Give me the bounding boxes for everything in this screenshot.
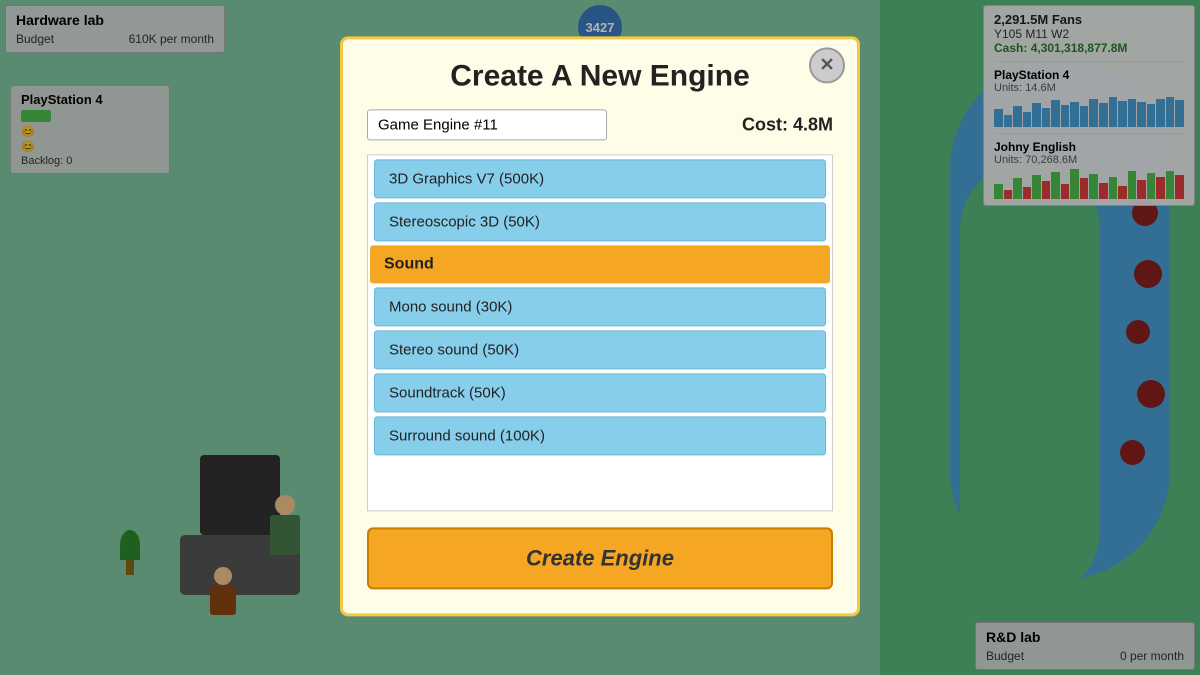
engine-name-input[interactable] bbox=[367, 109, 607, 140]
feature-category[interactable]: Sound bbox=[370, 245, 830, 283]
feature-item[interactable]: Surround sound (100K) bbox=[374, 416, 826, 455]
modal-header: Create A New Engine ✕ bbox=[367, 59, 833, 93]
create-engine-button[interactable]: Create Engine bbox=[367, 527, 833, 589]
feature-item[interactable]: Mono sound (30K) bbox=[374, 287, 826, 326]
feature-item[interactable]: Soundtrack (50K) bbox=[374, 373, 826, 412]
modal-title: Create A New Engine bbox=[367, 59, 833, 93]
feature-scroll-area[interactable]: 3D Graphics V7 (500K) Stereoscopic 3D (50… bbox=[368, 155, 832, 475]
engine-name-row: Cost: 4.8M bbox=[367, 109, 833, 140]
feature-item[interactable]: Stereoscopic 3D (50K) bbox=[374, 202, 826, 241]
feature-list-container: 3D Graphics V7 (500K) Stereoscopic 3D (50… bbox=[367, 154, 833, 511]
engine-cost: Cost: 4.8M bbox=[742, 114, 833, 135]
modal-close-button[interactable]: ✕ bbox=[809, 47, 845, 83]
feature-item[interactable]: 3D Graphics V7 (500K) bbox=[374, 159, 826, 198]
create-engine-modal: Create A New Engine ✕ Cost: 4.8M 3D Grap… bbox=[340, 36, 860, 616]
feature-item[interactable]: Stereo sound (50K) bbox=[374, 330, 826, 369]
